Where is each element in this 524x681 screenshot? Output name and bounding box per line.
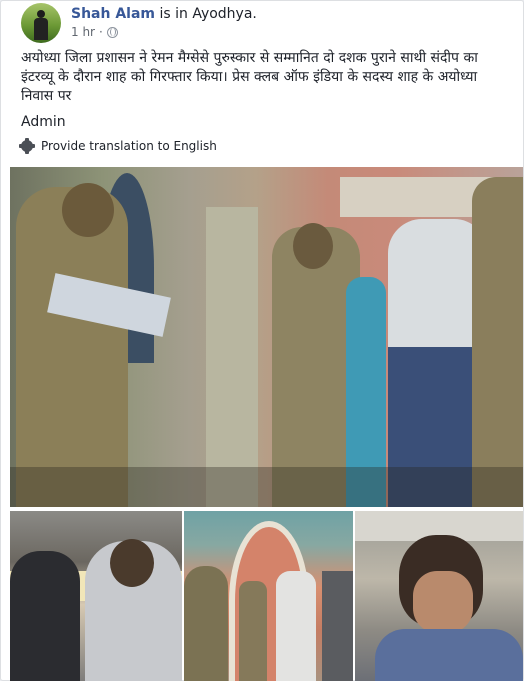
author-name-link[interactable]: Shah Alam [71, 6, 155, 22]
photo-person-left [10, 551, 80, 681]
author-avatar[interactable] [21, 3, 61, 43]
location-text: is in Ayodhya. [159, 5, 257, 22]
author-line: Shah Alam is in Ayodhya. [71, 6, 257, 24]
photo-thumb-figures [239, 581, 267, 681]
photo-thumb-face [413, 571, 473, 633]
post-card: Shah Alam is in Ayodhya. 1 hr · अयोध्या … [0, 0, 524, 681]
photo-thumb-man-white [276, 571, 316, 681]
post-meta: Shah Alam is in Ayodhya. 1 hr · [71, 6, 257, 41]
photo-officer-right [472, 177, 523, 507]
photo-officer-left [16, 187, 128, 507]
photo-officer-center-head [293, 223, 333, 269]
avatar-figure-body [34, 18, 48, 40]
post-signature: Admin [21, 114, 66, 130]
globe-icon[interactable] [106, 27, 118, 39]
photo-pillar [206, 207, 258, 507]
photo-thumb-man-right [322, 571, 353, 681]
avatar-figure-head [37, 10, 45, 18]
photo-floor-shadow [10, 467, 523, 507]
photo-thumb-2[interactable] [184, 511, 353, 681]
photo-thumb-1[interactable] [10, 511, 182, 681]
timestamp[interactable]: 1 hr [71, 25, 95, 40]
photo-thumb-officer-left [184, 566, 228, 681]
timestamp-separator: · [99, 25, 103, 40]
post-header: Shah Alam is in Ayodhya. 1 hr · [21, 1, 257, 45]
photo-officer-left-head [62, 183, 114, 237]
timestamp-line: 1 hr · [71, 25, 257, 40]
translate-label: Provide translation to English [41, 139, 217, 153]
photo-thumb-3[interactable] [355, 511, 523, 681]
gear-icon [19, 138, 35, 154]
photo-thumb-shirt [375, 629, 523, 681]
photo-main[interactable] [10, 167, 523, 507]
translate-link[interactable]: Provide translation to English [19, 138, 217, 154]
photo-person-right-head [110, 539, 154, 587]
post-text: अयोध्या जिला प्रशासन ने रेमन मैग्सेसे पु… [21, 50, 478, 104]
